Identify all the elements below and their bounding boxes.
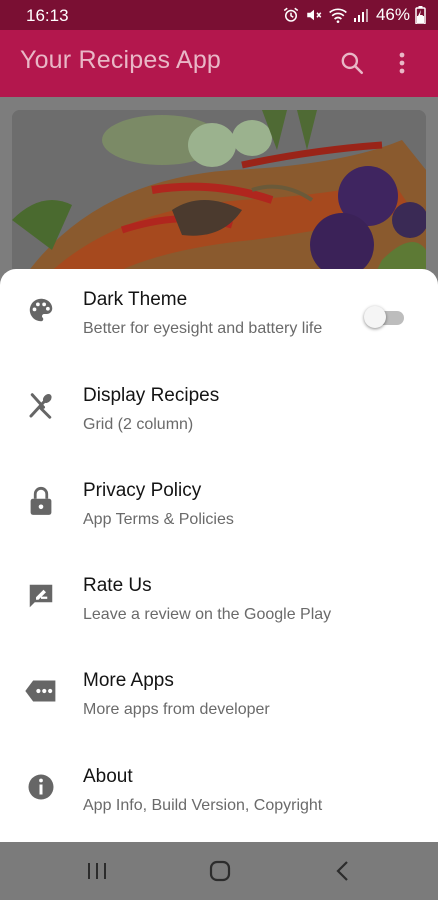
setting-subtitle: Grid (2 column) (83, 416, 194, 433)
setting-item-dark-theme[interactable]: Dark Theme Better for eyesight and batte… (0, 269, 438, 364)
app-title: Your Recipes App (20, 46, 222, 74)
battery-percent: 46% (375, 5, 410, 24)
status-icons: 46% (282, 5, 426, 25)
app-bar: Your Recipes App (0, 30, 438, 97)
palette-icon (22, 291, 60, 329)
battery-charging-icon (415, 6, 426, 24)
home-button[interactable] (205, 856, 235, 886)
setting-title: More Apps (83, 670, 174, 691)
setting-subtitle: Better for eyesight and battery life (83, 320, 323, 337)
search-button[interactable] (336, 47, 368, 79)
settings-bottom-sheet: Dark Theme Better for eyesight and batte… (0, 269, 438, 842)
setting-title: Rate Us (83, 575, 152, 596)
utensils-icon (22, 387, 60, 425)
wifi-icon (329, 8, 347, 23)
setting-title: Display Recipes (83, 385, 220, 406)
more-options-button[interactable] (386, 47, 418, 79)
toggle-thumb (364, 306, 386, 328)
rate-review-icon (22, 577, 60, 615)
alarm-icon (283, 7, 299, 22)
status-time: 16:13 (26, 6, 69, 25)
setting-title: Dark Theme (83, 289, 188, 310)
info-icon (22, 768, 60, 806)
setting-item-privacy-policy[interactable]: Privacy Policy App Terms & Policies (0, 460, 438, 555)
back-button[interactable] (328, 856, 358, 886)
search-icon (341, 52, 364, 75)
signal-icon (353, 9, 368, 22)
content-area (0, 97, 438, 280)
setting-subtitle: App Info, Build Version, Copyright (83, 797, 323, 814)
recent-apps-button[interactable] (82, 856, 112, 886)
setting-item-rate-us[interactable]: Rate Us Leave a review on the Google Pla… (0, 555, 438, 650)
mute-icon (307, 9, 322, 21)
setting-item-display-recipes[interactable]: Display Recipes Grid (2 column) (0, 365, 438, 460)
more-vert-icon (399, 52, 405, 74)
setting-item-more-apps[interactable]: More Apps More apps from developer (0, 650, 438, 745)
recent-apps-icon (88, 863, 106, 879)
status-bar: 16:13 46% (0, 0, 438, 30)
lock-icon (22, 482, 60, 520)
system-navigation-bar (0, 842, 438, 900)
setting-subtitle: App Terms & Policies (83, 511, 234, 528)
back-icon (336, 861, 348, 881)
setting-subtitle: Leave a review on the Google Play (83, 606, 332, 623)
setting-item-about[interactable]: About App Info, Build Version, Copyright (0, 746, 438, 841)
dark-theme-toggle[interactable] (364, 305, 406, 329)
setting-title: About (83, 766, 133, 787)
more-tag-icon (22, 672, 60, 710)
home-icon (209, 860, 231, 882)
recipe-hero-image[interactable] (12, 110, 426, 280)
setting-title: Privacy Policy (83, 480, 202, 501)
setting-subtitle: More apps from developer (83, 701, 270, 718)
